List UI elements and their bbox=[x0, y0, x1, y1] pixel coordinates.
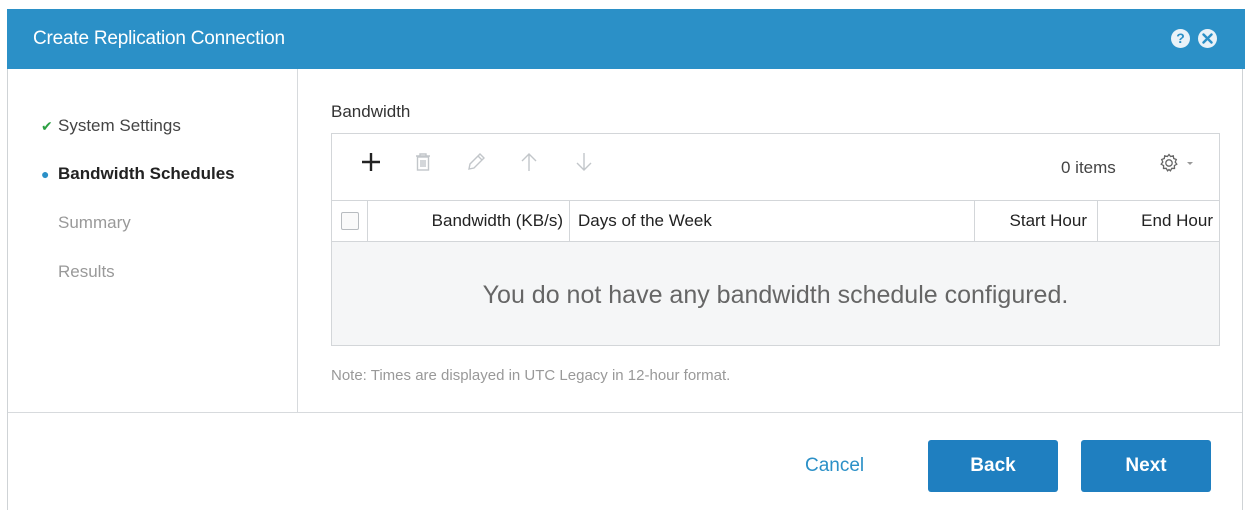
checkmark-icon: ✔ bbox=[41, 118, 53, 134]
dialog-footer: Cancel Back Next bbox=[8, 412, 1242, 511]
select-all-checkbox[interactable] bbox=[341, 212, 359, 230]
dialog-titlebar: Create Replication Connection ? bbox=[7, 9, 1245, 69]
pencil-icon[interactable] bbox=[464, 150, 488, 174]
timezone-note: Note: Times are displayed in UTC Legacy … bbox=[331, 367, 731, 384]
grid-settings-button[interactable] bbox=[1158, 151, 1202, 180]
grid-empty-area: You do not have any bandwidth schedule c… bbox=[332, 242, 1219, 345]
plus-icon[interactable] bbox=[359, 150, 383, 174]
arrow-down-icon[interactable] bbox=[572, 150, 596, 174]
section-title: Bandwidth bbox=[331, 102, 411, 121]
help-icon[interactable]: ? bbox=[1171, 29, 1190, 48]
arrow-up-icon[interactable] bbox=[517, 150, 541, 174]
step-results: Results bbox=[41, 262, 115, 282]
bandwidth-schedule-grid: 0 items Bandwidth (KB/s) Days of the Wee… bbox=[331, 133, 1220, 346]
step-system-settings[interactable]: ✔ System Settings bbox=[41, 116, 181, 136]
items-count: 0 items bbox=[1061, 158, 1116, 177]
step-label: Results bbox=[58, 262, 115, 281]
column-header-bandwidth[interactable]: Bandwidth (KB/s) bbox=[368, 201, 570, 241]
chevron-down-icon bbox=[1187, 162, 1193, 165]
step-label: Bandwidth Schedules bbox=[58, 164, 235, 183]
dialog-title: Create Replication Connection bbox=[33, 28, 285, 49]
step-bandwidth-schedules[interactable]: ● Bandwidth Schedules bbox=[41, 164, 235, 184]
next-button[interactable]: Next bbox=[1081, 440, 1211, 492]
trash-icon[interactable] bbox=[411, 150, 435, 174]
column-header-end-hour[interactable]: End Hour bbox=[1098, 201, 1219, 241]
grid-header-row: Bandwidth (KB/s) Days of the Week Start … bbox=[332, 200, 1219, 242]
cancel-button[interactable]: Cancel bbox=[805, 455, 864, 477]
create-replication-dialog: Create Replication Connection ? ✔ System … bbox=[7, 9, 1245, 511]
step-label: System Settings bbox=[58, 116, 181, 135]
empty-message: You do not have any bandwidth schedule c… bbox=[482, 281, 1069, 309]
step-summary: Summary bbox=[41, 213, 131, 233]
step-label: Summary bbox=[58, 213, 131, 232]
gear-icon bbox=[1160, 153, 1178, 172]
close-icon[interactable] bbox=[1198, 29, 1217, 48]
bullet-icon: ● bbox=[41, 166, 50, 182]
column-header-start-hour[interactable]: Start Hour bbox=[975, 201, 1098, 241]
grid-toolbar: 0 items bbox=[332, 134, 1219, 200]
back-button[interactable]: Back bbox=[928, 440, 1058, 492]
select-all-cell bbox=[332, 201, 368, 241]
wizard-steps-sidebar: ✔ System Settings ● Bandwidth Schedules Su… bbox=[8, 69, 298, 412]
main-panel: Bandwidth 0 items Bandwidth (KB/s) Days … bbox=[298, 69, 1243, 412]
column-header-days[interactable]: Days of the Week bbox=[570, 201, 975, 241]
